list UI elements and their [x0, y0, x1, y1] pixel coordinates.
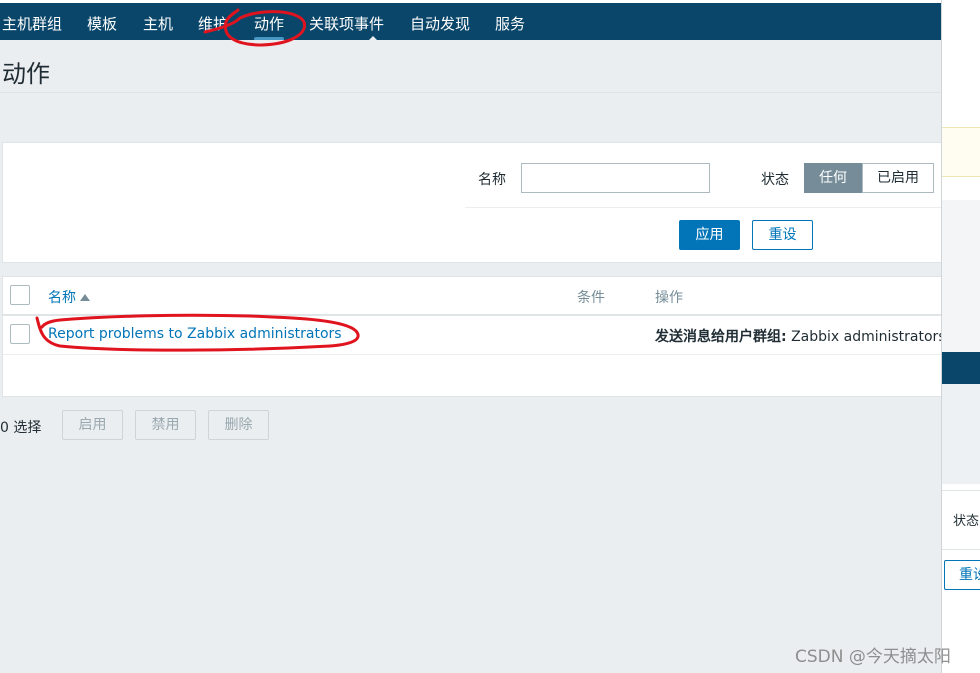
- watermark: CSDN @今天摘太阳: [795, 647, 951, 667]
- red-annotation-overlay: [35, 8, 360, 352]
- red-circle-nav-action: [203, 8, 306, 47]
- red-circle-action-row: [35, 313, 360, 352]
